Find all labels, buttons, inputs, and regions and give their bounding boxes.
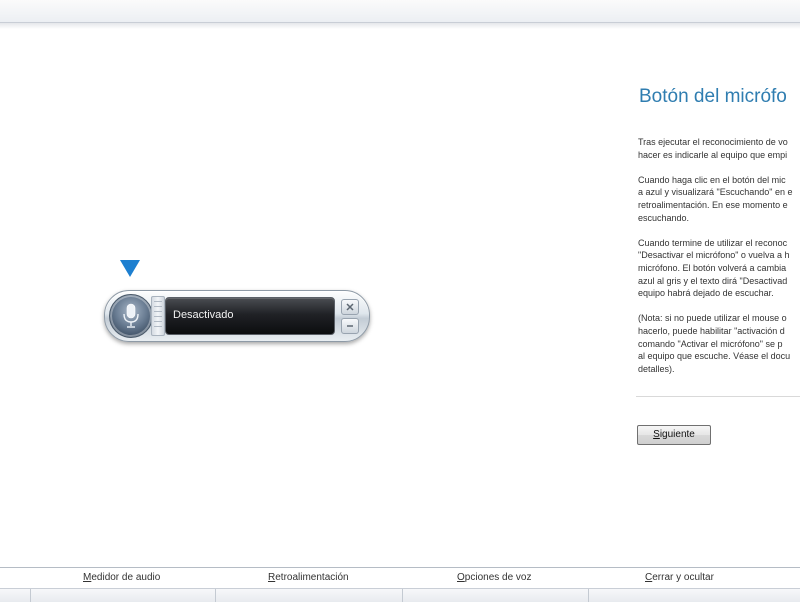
minimize-icon (347, 325, 353, 327)
paragraph: Cuando haga clic en el botón del mic a a… (638, 174, 800, 224)
paragraph: Cuando termine de utilizar el reconoc "D… (638, 237, 800, 300)
top-strip (0, 0, 800, 23)
panel-title: Botón del micrófo (639, 86, 787, 107)
paragraph: Tras ejecutar el reconocimiento de vo ha… (638, 136, 800, 161)
voice-options-link[interactable]: Opciones de voz (457, 572, 532, 583)
status-text: Desactivado (173, 309, 234, 321)
microphone-button[interactable] (109, 294, 153, 338)
next-button[interactable]: Siguiente (637, 425, 711, 445)
text-line: a azul y visualizará "Escuchando" en e (638, 187, 793, 198)
text-line: micrófono. El botón volverá a cambia (638, 262, 787, 273)
link-label: edidor de audio (91, 572, 161, 583)
text-line: hacer es indicarle al equipo que empi (638, 149, 788, 160)
close-and-hide-link[interactable]: Cerrar y ocultar (645, 572, 714, 583)
accesskey: O (457, 572, 465, 583)
pointer-arrow-icon (120, 260, 140, 277)
bottom-bar: Medidor de audio Retroalimentación Opcio… (0, 567, 800, 602)
link-label: errar y ocultar (652, 572, 714, 583)
status-display: Desactivado (165, 297, 335, 335)
paragraph: (Nota: si no puede utilizar el mouse o h… (638, 312, 800, 375)
top-strip-shadow (0, 23, 800, 29)
next-button-accesskey: S (653, 429, 660, 440)
close-icon (346, 303, 354, 311)
audio-level-meter (151, 296, 165, 336)
text-line: "Desactivar el micrófono" o vuelva a h (638, 250, 790, 261)
link-label: etroalimentación (275, 572, 349, 583)
text-line: escuchando. (638, 212, 690, 223)
text-line: azul al gris y el texto dirá "Desactivad (638, 275, 788, 286)
instruction-text: Tras ejecutar el reconocimiento de vo ha… (638, 136, 800, 388)
text-line: (Nota: si no puede utilizar el mouse o (638, 313, 787, 324)
text-line: al equipo que escuche. Véase el docu (638, 351, 791, 362)
speech-recognition-widget[interactable]: Desactivado (104, 290, 370, 342)
audio-meter-link[interactable]: Medidor de audio (83, 572, 160, 583)
text-line: Cuando termine de utilizar el reconoc (638, 237, 788, 248)
link-label: pciones de voz (464, 572, 532, 583)
feedback-link[interactable]: Retroalimentación (268, 572, 349, 583)
divider (636, 396, 800, 397)
text-line: Cuando haga clic en el botón del mic (638, 174, 786, 185)
microphone-icon (123, 303, 139, 328)
close-widget-button[interactable] (341, 299, 359, 315)
text-line: detalles). (638, 363, 675, 374)
next-button-label: iguiente (659, 429, 695, 440)
text-line: equipo habrá dejado de escuchar. (638, 288, 774, 299)
text-line: Tras ejecutar el reconocimiento de vo (638, 137, 788, 147)
text-line: hacerlo, puede habilitar "activación d (638, 325, 785, 336)
text-line: comando "Activar el micrófono" se p (638, 338, 783, 349)
text-line: retroalimentación. En ese momento e (638, 199, 788, 210)
minimize-widget-button[interactable] (341, 318, 359, 334)
